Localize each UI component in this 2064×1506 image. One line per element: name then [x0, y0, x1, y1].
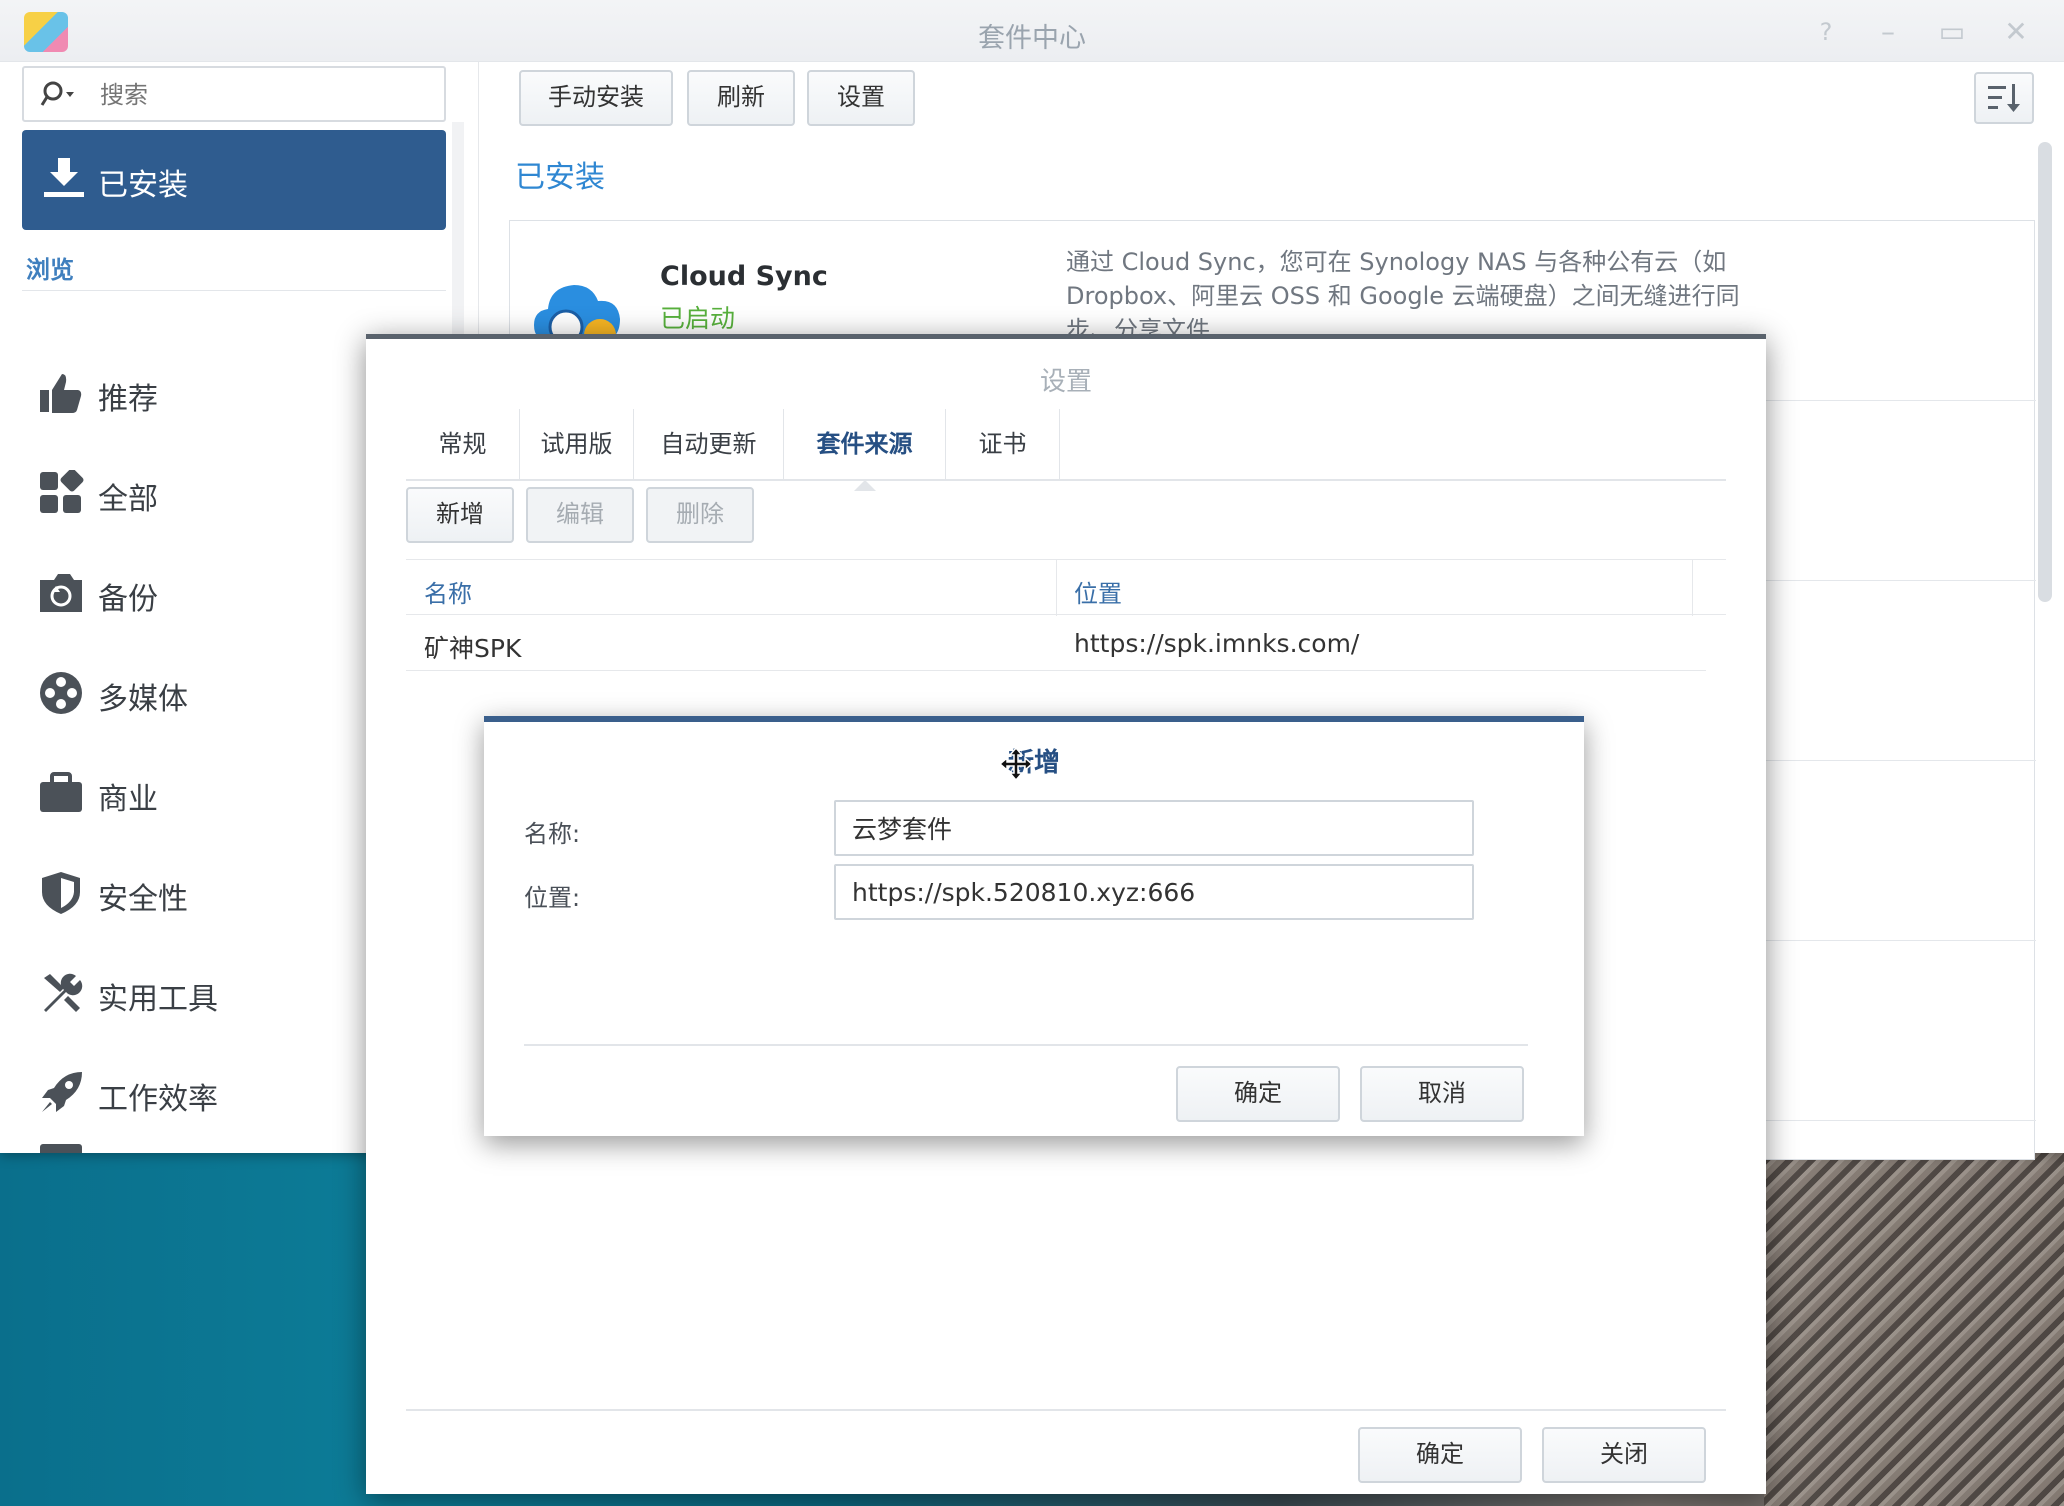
column-header-name[interactable]: 名称 [424, 574, 472, 609]
package-description: 通过 Cloud Sync，您可在 Synology NAS 与各种公有云（如 … [1066, 248, 1740, 344]
refresh-button[interactable]: 刷新 [687, 70, 795, 126]
sidebar-item-label: 商业 [98, 782, 158, 817]
tab-beta[interactable]: 试用版 [520, 409, 634, 479]
installed-heading: 已安装 [515, 160, 605, 195]
sidebar-item-label: 备份 [98, 582, 158, 617]
add-dialog-title[interactable]: 新增 [484, 742, 1584, 779]
tab-certificate[interactable]: 证书 [946, 409, 1060, 479]
thumbs-up-icon [38, 370, 84, 416]
settings-dialog-title: 设置 [1039, 367, 1092, 397]
package-name: Cloud Sync [660, 261, 828, 292]
source-location-input[interactable] [834, 864, 1474, 920]
tab-auto-update[interactable]: 自动更新 [634, 409, 784, 479]
location-label: 位置: [524, 884, 581, 912]
settings-tabs: 常规 试用版 自动更新 套件来源 证书 [406, 409, 1726, 491]
sort-button[interactable] [1974, 72, 2034, 124]
edit-source-button[interactable]: 编辑 [526, 487, 634, 543]
minimize-icon[interactable]: – [1872, 16, 1904, 48]
settings-ok-button[interactable]: 确定 [1358, 1427, 1522, 1483]
tools-icon [38, 970, 84, 1016]
name-label: 名称: [524, 820, 581, 848]
active-tab-indicator [853, 480, 876, 491]
sidebar-item-label: 开发者工具 [98, 1144, 248, 1153]
source-name-input[interactable] [834, 800, 1474, 856]
manual-install-button[interactable]: 手动安装 [519, 70, 673, 126]
sidebar-item-installed[interactable]: 已安装 [22, 130, 446, 230]
delete-source-button[interactable]: 删除 [646, 487, 754, 543]
add-cancel-button[interactable]: 取消 [1360, 1066, 1524, 1122]
settings-close-button[interactable]: 关闭 [1542, 1427, 1706, 1483]
move-cursor-icon [998, 746, 1034, 782]
divider [406, 1409, 1726, 1411]
download-icon [42, 156, 86, 200]
search-icon[interactable] [40, 80, 76, 110]
column-separator [1692, 560, 1693, 616]
source-name-cell: 矿神SPK [424, 634, 522, 663]
source-location-cell: https://spk.imnks.com/ [1074, 629, 1360, 658]
main-scrollbar[interactable] [2038, 142, 2052, 602]
table-row[interactable]: 矿神SPK https://spk.imnks.com/ [406, 615, 1706, 671]
film-reel-icon [38, 670, 84, 716]
divider [22, 290, 446, 291]
sort-icon [1976, 84, 2032, 126]
tab-package-sources[interactable]: 套件来源 [784, 409, 946, 491]
grid-icon [38, 468, 84, 516]
sidebar-item-label: 推荐 [98, 382, 158, 417]
close-icon[interactable]: ✕ [2000, 16, 2032, 48]
title-bar[interactable]: 套件中心 ? – ▭ ✕ [0, 0, 2064, 62]
briefcase-icon [38, 770, 84, 816]
table-header: 名称 位置 [406, 559, 1726, 616]
settings-button[interactable]: 设置 [807, 70, 915, 126]
sidebar-item-label: 已安装 [98, 168, 188, 203]
column-separator [1056, 560, 1057, 616]
sidebar-item-label: 安全性 [98, 882, 188, 917]
browse-section-header: 浏览 [26, 256, 74, 284]
sidebar-item-label: 工作效率 [98, 1082, 218, 1117]
rocket-icon [38, 1070, 84, 1116]
maximize-icon[interactable]: ▭ [1936, 16, 1968, 48]
shield-icon [38, 870, 84, 916]
add-ok-button[interactable]: 确定 [1176, 1066, 1340, 1122]
tab-label: 套件来源 [816, 430, 913, 458]
column-header-location[interactable]: 位置 [1074, 574, 1122, 609]
window-title: 套件中心 [978, 23, 1086, 54]
package-status: 已启动 [660, 304, 736, 333]
add-source-dialog: 新增 名称: 位置: 确定 取消 [484, 716, 1584, 1136]
search-input[interactable] [100, 78, 430, 112]
sidebar-item-label: 实用工具 [98, 982, 218, 1017]
search-box[interactable] [22, 66, 446, 122]
backup-icon [38, 570, 84, 616]
sidebar-item-label: 全部 [98, 482, 158, 517]
sidebar-item-label: 多媒体 [98, 682, 188, 717]
divider [524, 1044, 1528, 1046]
terminal-icon [38, 1140, 84, 1153]
help-icon[interactable]: ? [1810, 16, 1842, 48]
add-source-button[interactable]: 新增 [406, 487, 514, 543]
desktop-rock-texture [1764, 1150, 2064, 1506]
tab-general[interactable]: 常规 [406, 409, 520, 479]
